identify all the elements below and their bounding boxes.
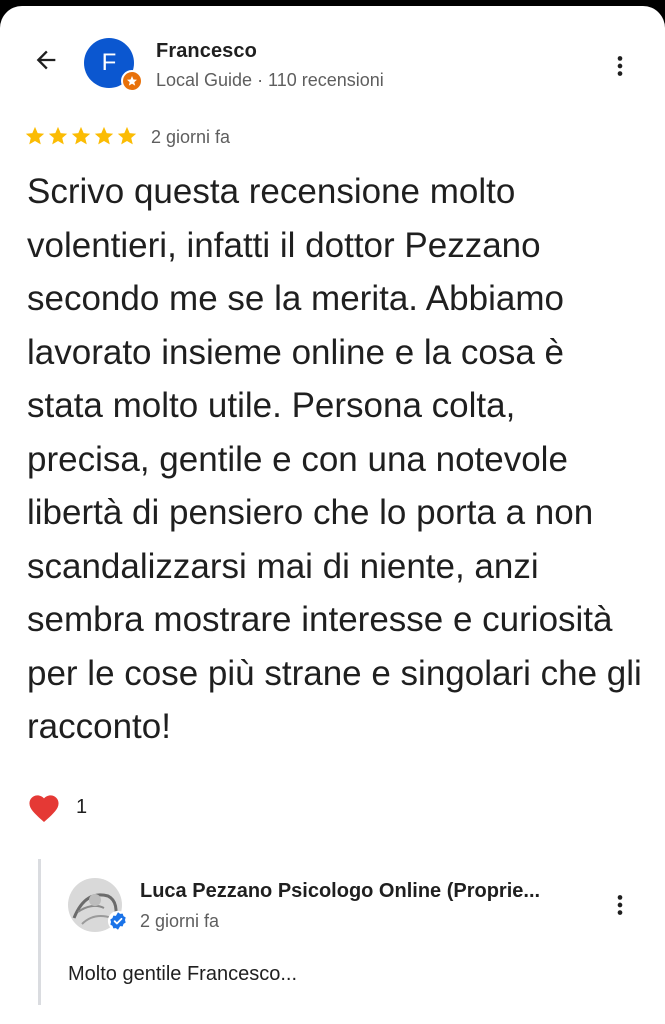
arrow-back-icon [36,50,56,70]
star-icon [71,126,91,145]
star-icon [48,126,68,145]
author-initial: F [101,49,117,76]
verified-badge-icon [107,910,129,932]
star-icon [25,126,45,145]
more-vert-icon [617,895,623,915]
owner-reply-time: 2 giorni fa [140,911,220,931]
author-name[interactable]: Francesco [156,40,257,63]
back-button[interactable] [24,38,68,82]
owner-name[interactable]: Luca Pezzano Psicologo Online (Proprie..… [140,880,540,903]
star-icon [94,126,114,145]
more-vert-icon [617,56,623,76]
owner-reply-text: Molto gentile Francesco... [68,963,297,985]
review-time: 2 giorni fa [151,127,231,147]
heart-icon [29,795,59,823]
review-screen: F Francesco Local Guide · 110 recensioni… [0,6,665,1024]
reaction-chip[interactable]: 1 [26,791,87,823]
star-icon [117,126,137,145]
review-text: Scrivo questa recensione molto volentier… [27,172,642,746]
reaction-count: 1 [76,795,88,818]
review-more-options-button[interactable] [602,48,638,84]
star-rating [24,125,138,147]
local-guide-badge-icon [121,70,143,92]
reply-more-options-button[interactable] [602,887,638,923]
author-meta: Local Guide · 110 recensioni [156,70,384,90]
reply-divider [38,859,41,1005]
